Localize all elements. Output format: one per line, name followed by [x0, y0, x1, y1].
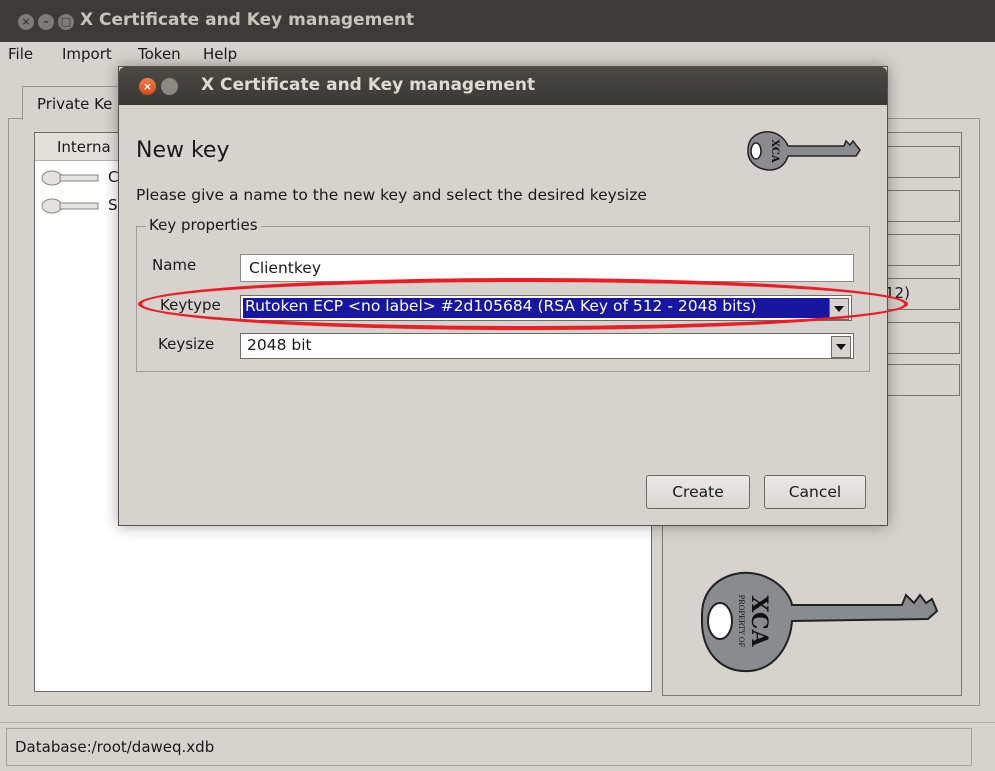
dialog-titlebar: × X Certificate and Key management: [119, 67, 887, 105]
close-icon[interactable]: ×: [139, 78, 156, 95]
dropdown-arrow-icon[interactable]: [831, 336, 851, 358]
cancel-button[interactable]: Cancel: [764, 475, 866, 509]
dialog-heading: New key: [136, 138, 230, 163]
list-header-label: Interna: [57, 138, 111, 156]
minimize-icon[interactable]: –: [38, 14, 54, 30]
menubar: File Import Token Help: [0, 42, 995, 66]
red-highlight-ellipse: [138, 278, 908, 330]
maximize-icon[interactable]: □: [58, 14, 74, 30]
keysize-label: Keysize: [158, 335, 215, 353]
key-icon: [41, 170, 99, 186]
keysize-dropdown[interactable]: 2048 bit: [240, 333, 854, 359]
tab-label: Private Ke: [37, 95, 113, 113]
logo-text: XCA: [746, 595, 772, 647]
create-button[interactable]: Create: [646, 475, 750, 509]
menu-import[interactable]: Import: [62, 45, 112, 63]
dialog-title: X Certificate and Key management: [201, 75, 536, 95]
keysize-value: 2048 bit: [247, 336, 312, 354]
tab-private-keys[interactable]: Private Ke: [22, 86, 132, 120]
list-item-label: C: [108, 168, 119, 186]
name-label: Name: [152, 256, 197, 274]
menu-help[interactable]: Help: [203, 45, 237, 63]
key-icon: XCA: [747, 131, 861, 171]
main-window-title: X Certificate and Key management: [80, 10, 415, 30]
dialog-info-text: Please give a name to the new key and se…: [136, 186, 647, 204]
logo-text: XCA: [769, 139, 780, 163]
xca-key-logo-icon: XCA PROPERTY OF: [701, 571, 939, 673]
key-icon: [41, 198, 99, 214]
group-title: Key properties: [146, 216, 261, 234]
close-icon[interactable]: ×: [18, 14, 34, 30]
status-panel: Database:/root/daweq.xdb: [6, 728, 972, 766]
minimize-icon[interactable]: [161, 78, 178, 95]
list-item-label: S: [108, 196, 118, 214]
status-text: Database:/root/daweq.xdb: [15, 738, 215, 756]
main-titlebar: × – □ X Certificate and Key management: [0, 0, 995, 42]
list-item[interactable]: S: [40, 194, 130, 218]
list-item[interactable]: C: [40, 166, 130, 190]
logo-caption: PROPERTY OF: [737, 595, 745, 648]
menu-file[interactable]: File: [8, 45, 33, 63]
menu-token[interactable]: Token: [138, 45, 181, 63]
